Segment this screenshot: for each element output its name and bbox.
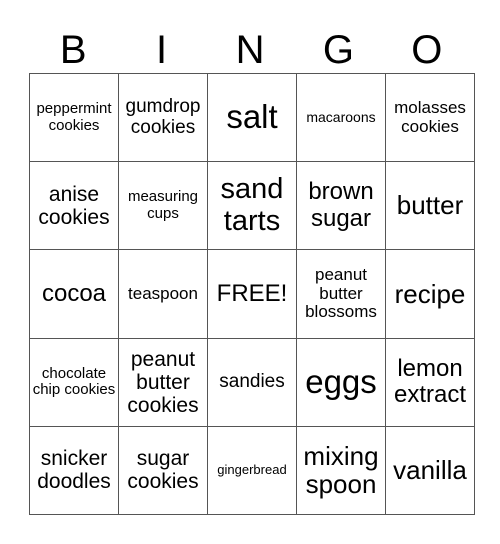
- bingo-cell[interactable]: gumdrop cookies: [118, 72, 208, 163]
- bingo-cell[interactable]: measuring cups: [118, 161, 208, 251]
- bingo-cell[interactable]: peanut butter blossoms: [296, 249, 386, 339]
- bingo-cell[interactable]: mixing spoon: [296, 425, 386, 516]
- bingo-cell[interactable]: brown sugar: [296, 161, 386, 251]
- bingo-row: snicker doodles sugar cookies gingerbrea…: [29, 425, 475, 516]
- bingo-cell[interactable]: recipe: [385, 249, 475, 339]
- bingo-header: B I N G O: [29, 28, 471, 72]
- header-letter-g: G: [322, 28, 354, 72]
- bingo-cell[interactable]: peppermint cookies: [29, 72, 119, 163]
- bingo-cell[interactable]: cocoa: [29, 249, 119, 339]
- bingo-row: chocolate chip cookies peanut butter coo…: [29, 337, 475, 427]
- bingo-cell[interactable]: butter: [385, 161, 475, 251]
- bingo-card: peppermint cookies gumdrop cookies salt …: [29, 72, 475, 516]
- bingo-cell[interactable]: lemon extract: [385, 337, 475, 427]
- bingo-cell[interactable]: macaroons: [296, 72, 386, 163]
- bingo-cell[interactable]: gingerbread: [207, 425, 297, 516]
- bingo-cell[interactable]: eggs: [296, 337, 386, 427]
- header-letter-n: N: [235, 28, 265, 72]
- bingo-cell[interactable]: molasses cookies: [385, 72, 475, 163]
- bingo-cell[interactable]: sugar cookies: [118, 425, 208, 516]
- bingo-cell[interactable]: vanilla: [385, 425, 475, 516]
- bingo-cell[interactable]: sand tarts: [207, 161, 297, 251]
- bingo-cell[interactable]: salt: [207, 72, 297, 163]
- header-letter-i: I: [156, 28, 168, 72]
- bingo-cell[interactable]: teaspoon: [118, 249, 208, 339]
- bingo-cell[interactable]: anise cookies: [29, 161, 119, 251]
- bingo-row: anise cookies measuring cups sand tarts …: [29, 161, 475, 251]
- bingo-cell[interactable]: sandies: [207, 337, 297, 427]
- header-letter-o: O: [411, 28, 443, 72]
- bingo-cell[interactable]: peanut butter cookies: [118, 337, 208, 427]
- header-letter-b: B: [59, 28, 87, 72]
- bingo-cell[interactable]: snicker doodles: [29, 425, 119, 516]
- free-space[interactable]: FREE!: [207, 249, 297, 339]
- bingo-row: peppermint cookies gumdrop cookies salt …: [29, 72, 475, 163]
- bingo-cell[interactable]: chocolate chip cookies: [29, 337, 119, 427]
- bingo-row: cocoa teaspoon FREE! peanut butter bloss…: [29, 249, 475, 339]
